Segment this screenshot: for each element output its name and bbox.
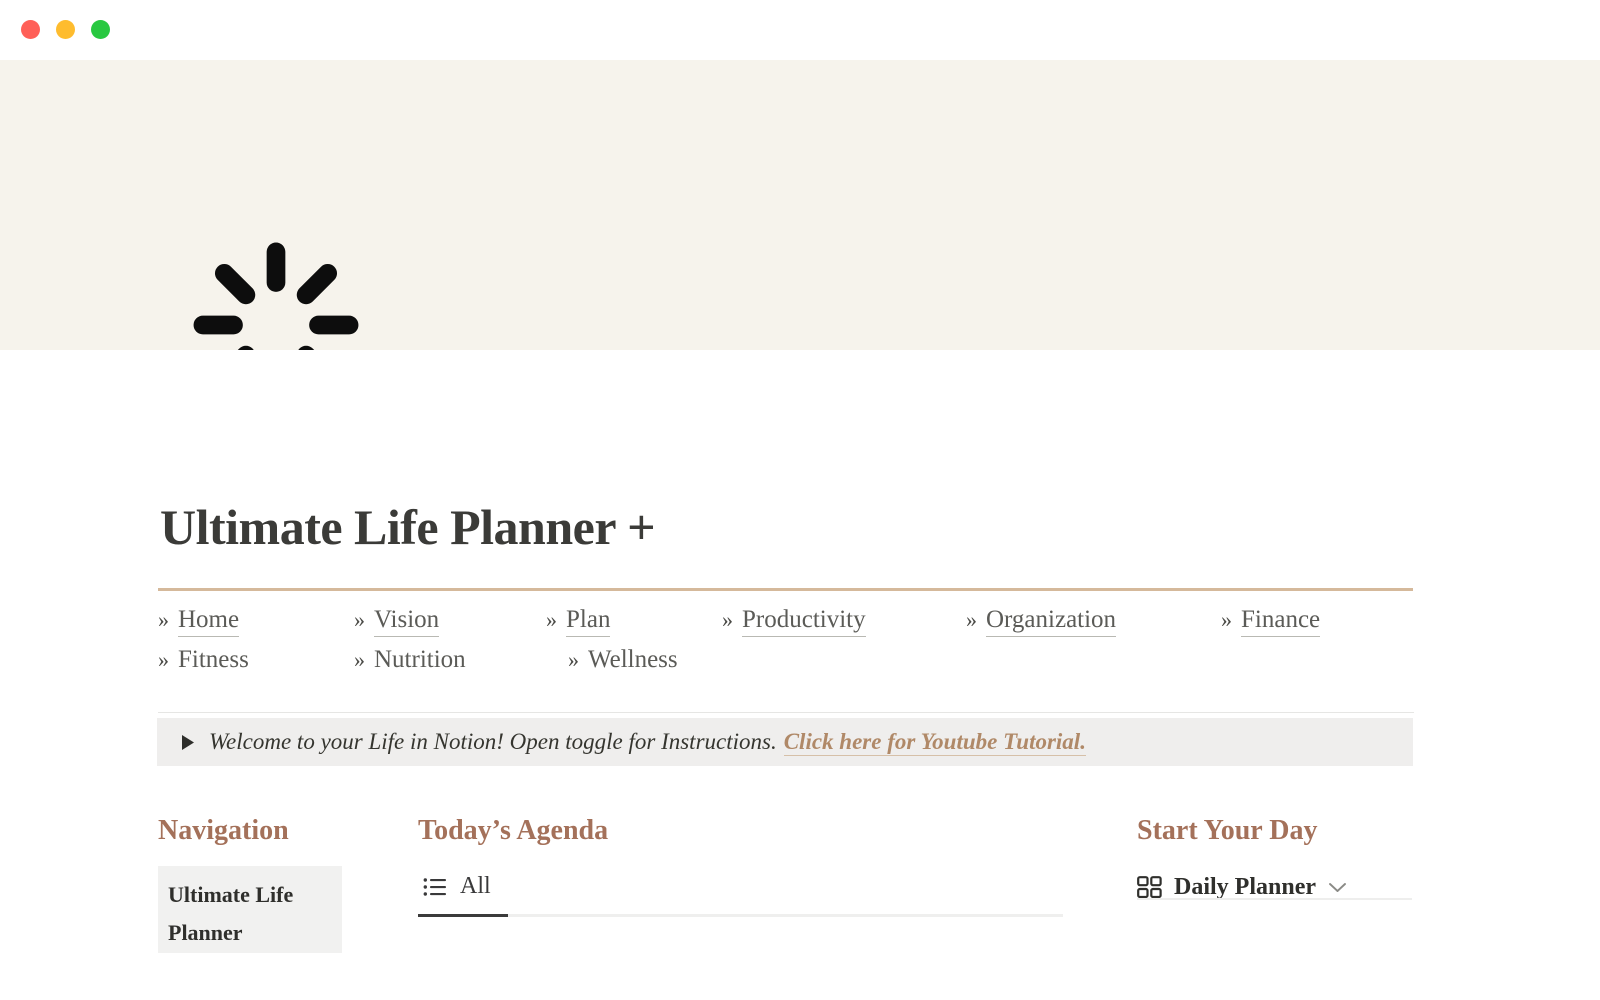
quick-link-label: Vision (374, 606, 440, 637)
quick-link-nutrition[interactable]: » Nutrition (354, 646, 466, 674)
quick-link-label: Home (178, 606, 240, 637)
double-chevron-icon: » (354, 607, 365, 632)
navigation-column: Navigation Ultimate Life Planner (158, 815, 408, 953)
daily-planner-label: Daily Planner (1174, 874, 1316, 900)
double-chevron-icon: » (354, 647, 365, 672)
page-title: Ultimate Life Planner + (160, 499, 656, 555)
start-your-day-column: Start Your Day Daily Planner (1137, 815, 1417, 901)
navigation-card[interactable]: Ultimate Life Planner (158, 866, 342, 953)
quick-link-fitness[interactable]: » Fitness (158, 646, 249, 674)
tab-active-indicator (418, 914, 508, 917)
callout-text: Welcome to your Life in Notion! Open tog… (209, 729, 777, 754)
chevron-down-icon[interactable] (1328, 881, 1347, 894)
double-chevron-icon: » (158, 607, 169, 632)
double-chevron-icon: » (722, 607, 733, 632)
close-button[interactable] (21, 20, 40, 39)
agenda-heading: Today’s Agenda (418, 815, 609, 846)
quick-link-home[interactable]: » Home (158, 606, 240, 637)
zoom-button[interactable] (91, 20, 110, 39)
minimize-button[interactable] (56, 20, 75, 39)
quick-link-label: Productivity (742, 606, 866, 637)
tab-all-label: All (460, 873, 491, 899)
gallery-view-icon (1137, 875, 1162, 900)
quick-link-productivity[interactable]: » Productivity (722, 606, 866, 637)
quick-link-vision[interactable]: » Vision (354, 606, 440, 637)
double-chevron-icon: » (1221, 607, 1232, 632)
quick-link-label: Organization (986, 606, 1117, 637)
list-view-icon (423, 877, 447, 897)
quick-links-row-2: » Fitness » Nutrition » Wellness (158, 646, 1414, 686)
instructions-callout[interactable]: Welcome to your Life in Notion! Open tog… (157, 718, 1413, 766)
youtube-tutorial-link[interactable]: Click here for Youtube Tutorial. (783, 729, 1086, 756)
window-title-bar (0, 0, 1600, 60)
quick-link-label: Plan (566, 606, 611, 637)
quick-link-wellness[interactable]: » Wellness (568, 646, 678, 674)
quick-links-row-1: » Home » Vision » Plan » Productivity » … (158, 606, 1414, 646)
daily-planner-view-selector[interactable]: Daily Planner (1137, 874, 1417, 901)
quick-links-divider (158, 712, 1414, 713)
double-chevron-icon: » (966, 607, 977, 632)
quick-link-label: Wellness (588, 646, 678, 673)
title-divider (158, 588, 1413, 591)
agenda-column: Today’s Agenda All (418, 815, 1118, 917)
double-chevron-icon: » (568, 647, 579, 672)
quick-link-label: Fitness (178, 646, 249, 673)
agenda-view-tabs: All (418, 873, 1118, 917)
quick-link-finance[interactable]: » Finance (1221, 606, 1321, 637)
tab-all[interactable]: All (423, 873, 491, 900)
navigation-card-label: Ultimate Life Planner (168, 882, 294, 946)
double-chevron-icon: » (546, 607, 557, 632)
page-content: Ultimate Life Planner + » Home » Vision … (0, 350, 1600, 1000)
quick-links-grid: » Home » Vision » Plan » Productivity » … (158, 606, 1414, 686)
start-your-day-divider (1137, 898, 1412, 900)
start-your-day-heading: Start Your Day (1137, 815, 1318, 846)
tab-track (418, 914, 1063, 917)
quick-link-plan[interactable]: » Plan (546, 606, 611, 637)
navigation-heading: Navigation (158, 815, 289, 846)
quick-link-label: Finance (1241, 606, 1321, 637)
quick-link-organization[interactable]: » Organization (966, 606, 1117, 637)
double-chevron-icon: » (158, 647, 169, 672)
window-controls (21, 20, 110, 39)
quick-link-label: Nutrition (374, 646, 466, 673)
triangle-right-icon[interactable] (169, 734, 205, 751)
